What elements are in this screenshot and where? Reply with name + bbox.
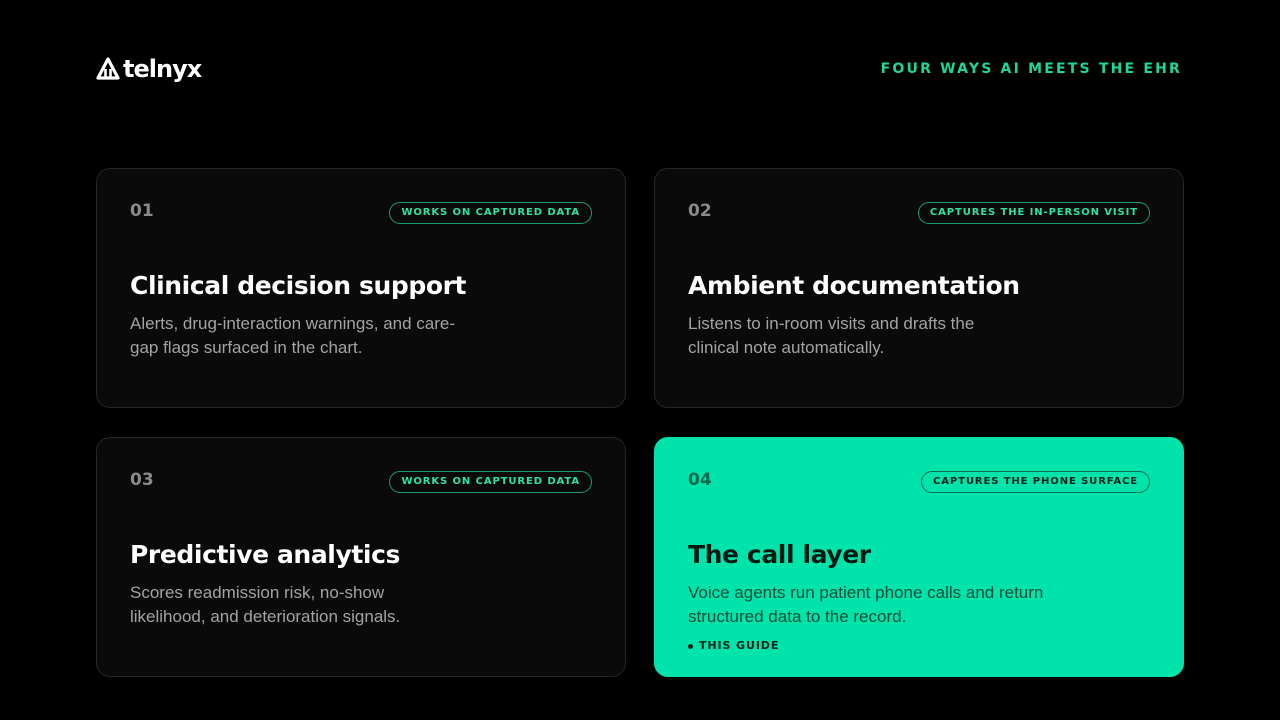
card-clinical-decision-support: 01 WORKS ON CAPTURED DATA Clinical decis… [96, 168, 626, 408]
card-predictive-analytics: 03 WORKS ON CAPTURED DATA Predictive ana… [96, 437, 626, 677]
telnyx-logo: telnyx [96, 55, 202, 83]
card-ambient-documentation: 02 CAPTURES THE IN-PERSON VISIT Ambient … [654, 168, 1184, 408]
card-description: Listens to in-room visits and drafts the… [688, 314, 975, 357]
slide: telnyx FOUR WAYS AI MEETS THE EHR 01 WOR… [0, 0, 1280, 720]
card-grid: 01 WORKS ON CAPTURED DATA Clinical decis… [96, 168, 1184, 677]
header-tagline: FOUR WAYS AI MEETS THE EHR [880, 61, 1182, 77]
card-number: 02 [688, 201, 712, 221]
bullet-dot-icon [688, 643, 693, 649]
logo-wordmark: telnyx [123, 55, 202, 83]
card-title: Predictive analytics [130, 540, 400, 569]
card-badge: WORKS ON CAPTURED DATA [389, 471, 592, 493]
card-badge: CAPTURES THE PHONE SURFACE [921, 471, 1150, 493]
card-description: Voice agents run patient phone calls and… [688, 583, 1044, 626]
card-badge: WORKS ON CAPTURED DATA [389, 202, 592, 224]
card-title: Ambient documentation [688, 271, 1020, 300]
card-title: The call layer [688, 540, 871, 569]
this-guide-text: THIS GUIDE [699, 639, 780, 652]
card-description: Scores readmission risk, no-show likelih… [130, 583, 401, 626]
card-description: Alerts, drug-interaction warnings, and c… [130, 314, 456, 357]
card-number: 03 [130, 470, 154, 490]
card-badge: CAPTURES THE IN-PERSON VISIT [917, 202, 1150, 224]
telnyx-mark-icon [96, 57, 120, 80]
card-number: 04 [688, 470, 712, 490]
this-guide-label: THIS GUIDE [688, 639, 779, 653]
card-title: Clinical decision support [130, 271, 467, 300]
card-number: 01 [130, 201, 154, 221]
card-call-layer: 04 CAPTURES THE PHONE SURFACE The call l… [654, 437, 1184, 677]
